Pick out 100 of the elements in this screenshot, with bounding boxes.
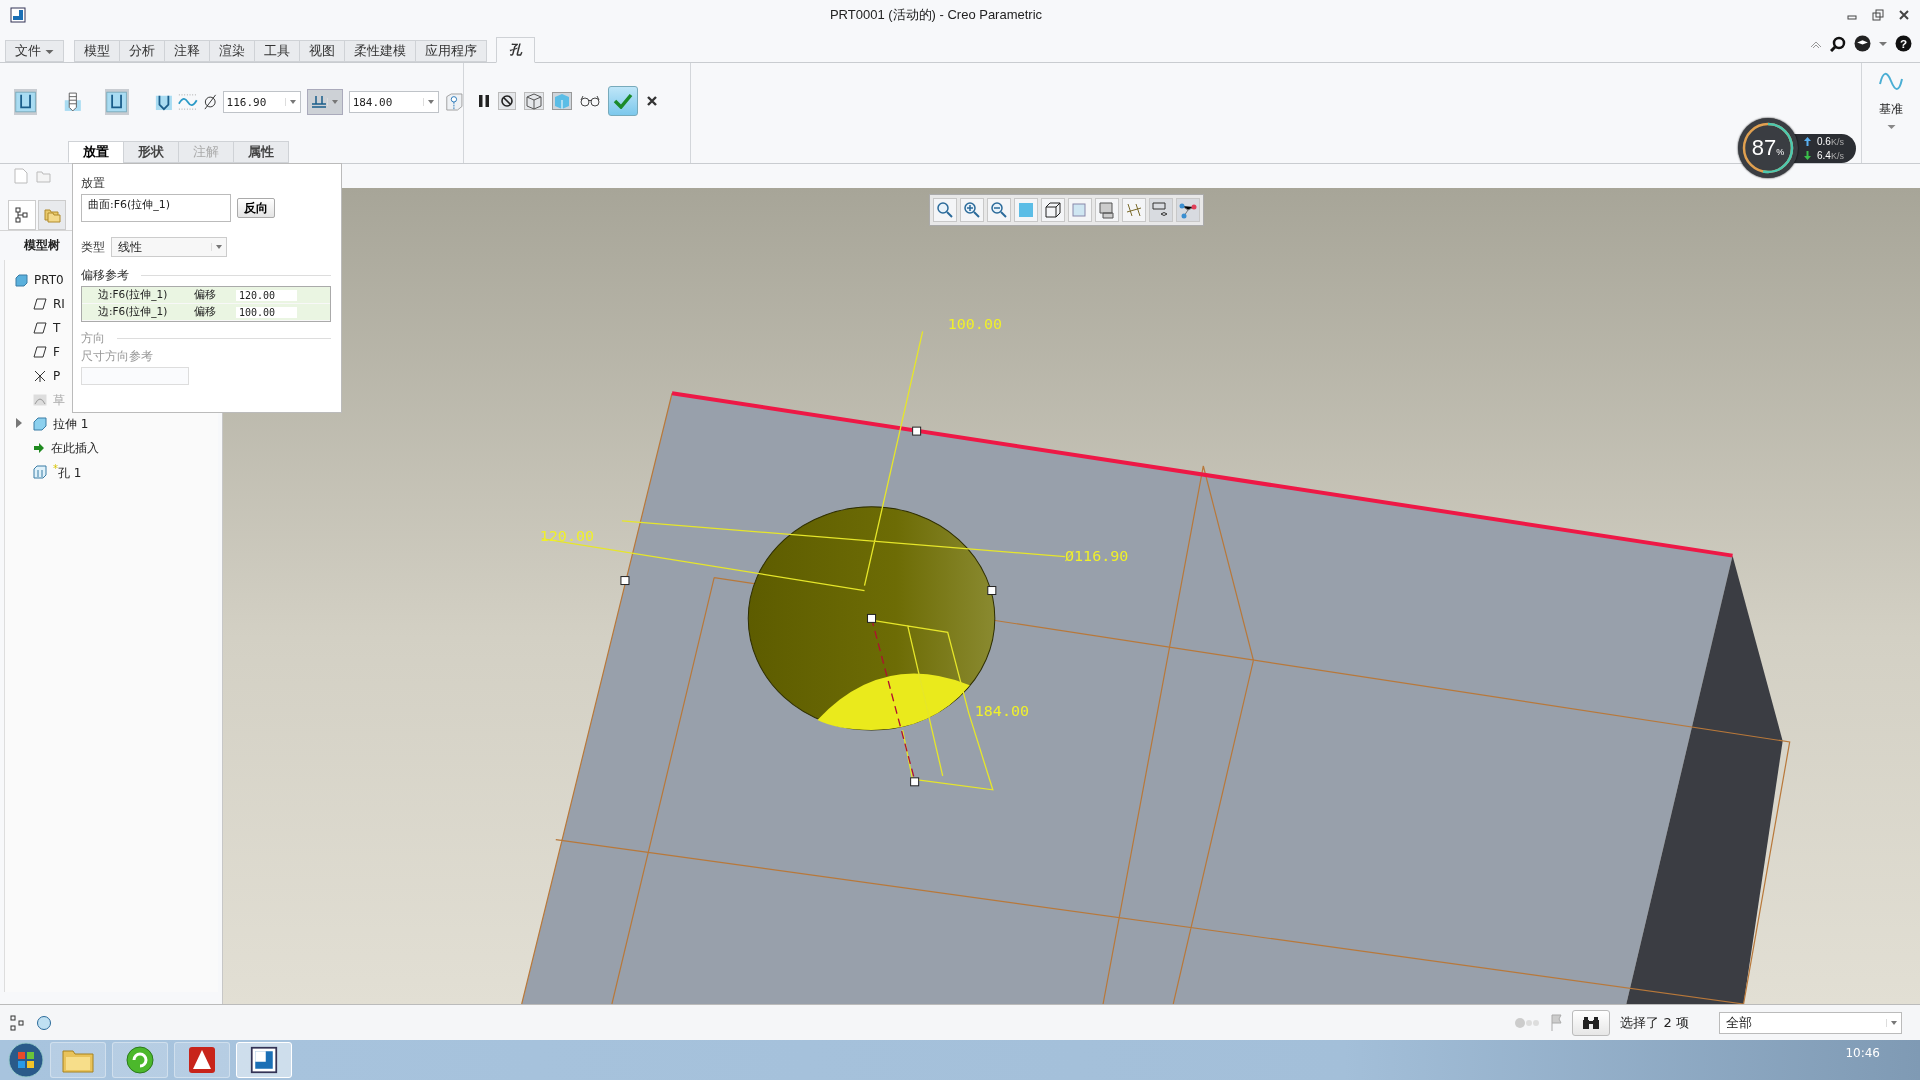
cube-icon[interactable] [1041, 198, 1065, 222]
ribbon-tab[interactable]: 工具 [254, 40, 301, 62]
placement-reference-field[interactable]: 曲面:F6(拉伸_1) [81, 194, 231, 222]
tree-item[interactable]: $^{*}$孔 1 [5, 460, 86, 484]
ribbon-tab[interactable]: 分析 [119, 40, 166, 62]
datum-plane-icon [33, 298, 47, 310]
start-orb-icon[interactable] [8, 1042, 44, 1078]
binoculars-icon [1582, 1015, 1601, 1030]
ribbon-tab[interactable]: 注释 [164, 40, 211, 62]
find-button[interactable] [1572, 1009, 1611, 1036]
depth-field[interactable]: 184.00 [348, 91, 440, 113]
search-icon[interactable] [1830, 35, 1846, 52]
confirm-button[interactable] [608, 86, 638, 116]
diameter-icon [204, 93, 217, 111]
part-icon [15, 273, 28, 287]
upload-arrow-icon [1804, 136, 1811, 146]
part-side-face[interactable] [1626, 555, 1783, 1004]
model-tree-heading: 模型树 [23, 237, 60, 254]
file-menu-tab[interactable]: 文件 [5, 40, 65, 62]
standard-hole-icon[interactable] [63, 90, 83, 114]
ribbon-tab[interactable]: 孔 [496, 37, 536, 63]
tree-item[interactable]: F [5, 340, 64, 364]
dimension-reference-field[interactable] [81, 367, 189, 385]
close-icon[interactable] [1898, 9, 1910, 21]
arrow-icon [33, 442, 45, 454]
pdf-reader-taskbar-button[interactable] [174, 1042, 230, 1078]
sketch-icon [33, 394, 47, 406]
download-arrow-icon [1804, 150, 1811, 160]
depth-type-button[interactable] [306, 89, 343, 115]
creo-taskbar-button[interactable] [236, 1042, 292, 1078]
drag-handle[interactable] [867, 613, 877, 623]
ribbon-tab[interactable]: 视图 [299, 40, 346, 62]
table-cell[interactable]: 100.00 [236, 306, 297, 318]
caret-icon [45, 48, 55, 55]
upload-rate: 0.6K/s [1817, 135, 1844, 147]
drag-handle[interactable] [987, 586, 997, 595]
offset-references-table[interactable]: 边:F6(拉伸_1) 偏移 120.00 边:F6(拉伸_1) 偏移 100.00 [81, 286, 331, 322]
triangle-logo-icon [187, 1045, 217, 1075]
restore-icon[interactable] [1872, 9, 1884, 21]
caret-icon[interactable] [1886, 124, 1896, 130]
download-rate: 6.4K/s [1817, 149, 1844, 161]
table-cell-text: 偏移 [194, 305, 217, 319]
tree-item[interactable]: 在此插入 [5, 436, 103, 460]
zoom-in-icon[interactable] [960, 198, 984, 222]
camera-icon[interactable] [1095, 198, 1119, 222]
regen-status-icon [1514, 1016, 1541, 1029]
drag-handle[interactable] [912, 426, 922, 436]
diameter-field[interactable]: 116.90 [222, 91, 301, 113]
cancel-icon[interactable] [646, 95, 658, 107]
drag-handle[interactable] [620, 576, 630, 586]
help-icon[interactable]: ? [1895, 35, 1912, 52]
glasses-icon[interactable] [580, 95, 600, 107]
expand-arrow-icon[interactable] [15, 418, 23, 428]
pause-icon[interactable] [478, 94, 490, 108]
straight-hole-icon[interactable] [105, 89, 129, 115]
extrude-icon [33, 417, 47, 431]
ribbon-tab[interactable]: 应用程序 [415, 40, 488, 62]
memory-percent: 87% [1751, 135, 1785, 161]
app-logo-icon [10, 7, 26, 23]
taskbar-clock: 10:46 [1845, 1046, 1881, 1062]
ribbon-tab[interactable]: 模型 [74, 40, 121, 62]
graduation-cap-icon[interactable] [1854, 35, 1871, 52]
model-tree-toggle-icon[interactable] [10, 1014, 26, 1031]
datum-display-icon[interactable] [1122, 198, 1146, 222]
tree-structure-icon [15, 207, 29, 223]
refresh-circle-icon [125, 1045, 155, 1075]
ribbon-tab[interactable]: 柔性建模 [344, 40, 417, 62]
zoom-out-icon[interactable] [987, 198, 1011, 222]
model-tree-tab[interactable] [8, 200, 36, 230]
tree-item[interactable]: 拉伸 1 [5, 412, 93, 436]
panel-tab[interactable]: 形状 [123, 141, 179, 163]
tree-item[interactable]: T [5, 316, 65, 340]
browser-taskbar-button[interactable] [112, 1042, 168, 1078]
panel-tab[interactable]: 放置 [68, 141, 124, 163]
visibility-icon[interactable] [1149, 198, 1173, 222]
table-cell[interactable]: 120.00 [236, 289, 297, 301]
selection-filter-dropdown[interactable]: 全部 [1719, 1011, 1902, 1034]
no-preview-icon[interactable] [498, 92, 516, 110]
browser-toggle-icon[interactable] [36, 1014, 52, 1031]
type-dropdown[interactable]: 线性 [111, 237, 227, 257]
ribbon-tab[interactable]: 渲染 [209, 40, 256, 62]
dimension-reference-label: 尺寸方向参考 [81, 349, 154, 364]
table-cell-text: 边:F6(拉伸_1) [97, 305, 169, 319]
tree-item[interactable]: P [5, 364, 65, 388]
section-label: 偏移参考 [81, 268, 129, 283]
table-cell-text: 边:F6(拉伸_1) [97, 288, 169, 302]
tree-item[interactable]: RI [5, 292, 69, 316]
caret-icon[interactable] [1879, 40, 1887, 47]
drag-handle[interactable] [910, 777, 920, 787]
flip-button[interactable]: 反向 [237, 198, 275, 218]
node-icon[interactable] [1176, 198, 1200, 222]
zoom-fit-icon[interactable] [933, 198, 957, 222]
simple-hole-icon[interactable] [14, 89, 38, 115]
tree-item[interactable]: PRT0 [5, 268, 68, 292]
wireframe-preview-icon[interactable] [524, 92, 544, 110]
hole-info-icon[interactable] [445, 92, 463, 112]
panel-tab[interactable]: 属性 [233, 141, 289, 163]
section-label: 方向 [81, 331, 105, 346]
datum-group-label[interactable]: 基准 [1879, 101, 1903, 118]
sketch-wave-icon[interactable] [178, 91, 199, 113]
